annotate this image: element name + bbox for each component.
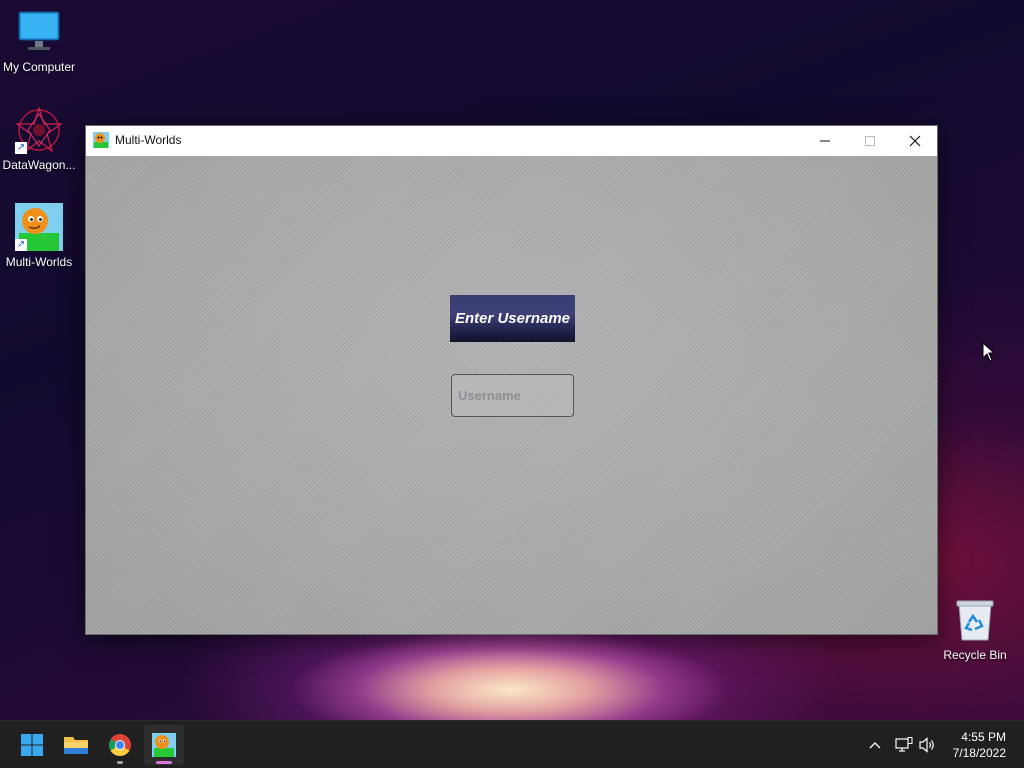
desktop-icon-recycle-bin[interactable]: Recycle Bin (935, 596, 1015, 662)
desktop-icon-label: DataWagon... (2, 158, 76, 172)
desktop-icon-my-computer[interactable]: My Computer (0, 8, 79, 74)
desktop-icon-datawagon[interactable]: ↗ DataWagon... (0, 105, 79, 172)
username-input[interactable] (451, 374, 574, 417)
clock-time: 4:55 PM (961, 730, 1006, 744)
recycle-bin-icon (951, 596, 999, 644)
app-window: Multi-Worlds Enter Username (85, 125, 938, 635)
enter-username-label: Enter Username (450, 295, 575, 342)
maximize-button[interactable] (847, 126, 892, 156)
network-icon (895, 737, 913, 752)
chevron-up-icon (869, 742, 881, 749)
running-indicator (117, 761, 123, 764)
clock-date: 7/18/2022 (952, 746, 1006, 760)
minimize-button[interactable] (802, 126, 847, 156)
file-explorer-icon (64, 737, 88, 754)
desktop-icon-label: Recycle Bin (943, 648, 1007, 662)
multi-worlds-icon (152, 733, 176, 757)
tray-overflow-button[interactable] (864, 721, 886, 769)
tray-network-button[interactable] (892, 721, 916, 769)
close-icon (909, 135, 920, 147)
multi-worlds-icon (93, 132, 109, 148)
taskbar-file-explorer[interactable] (56, 725, 96, 765)
desktop-icon-label: My Computer (2, 60, 76, 74)
active-indicator (156, 761, 172, 764)
desktop: My Computer ↗ DataWagon... ↗ Multi-World… (0, 0, 1024, 720)
start-icon (21, 734, 43, 756)
start-button[interactable] (12, 725, 52, 765)
taskbar-clock[interactable]: 4:55 PM 7/18/2022 (953, 729, 1006, 761)
taskbar: 4:55 PM 7/18/2022 (0, 720, 1024, 768)
multi-worlds-icon: ↗ (15, 203, 63, 251)
mouse-cursor-icon (982, 341, 996, 367)
close-button[interactable] (892, 126, 937, 156)
window-title: Multi-Worlds (115, 133, 182, 147)
taskbar-chrome[interactable] (100, 725, 140, 765)
volume-icon (919, 737, 934, 753)
monitor-icon (15, 8, 63, 56)
minimize-icon (819, 140, 830, 142)
tray-volume-button[interactable] (916, 721, 940, 769)
datawagon-icon: ↗ (15, 105, 63, 154)
window-content: Enter Username (86, 156, 937, 634)
desktop-icon-multi-worlds[interactable]: ↗ Multi-Worlds (0, 203, 79, 269)
window-titlebar[interactable]: Multi-Worlds (86, 126, 937, 156)
taskbar-multi-worlds[interactable] (144, 725, 184, 765)
shortcut-arrow-icon: ↗ (15, 239, 27, 251)
maximize-icon (864, 136, 875, 146)
chrome-icon (109, 734, 131, 756)
shortcut-arrow-icon: ↗ (15, 142, 27, 154)
desktop-icon-label: Multi-Worlds (5, 255, 73, 269)
